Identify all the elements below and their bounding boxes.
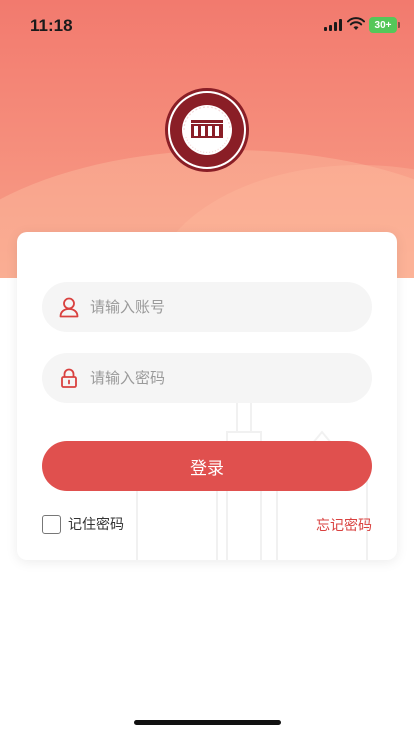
- password-field[interactable]: [42, 353, 372, 403]
- college-seal-icon: [170, 93, 244, 167]
- forgot-password-link[interactable]: 忘记密码: [316, 515, 372, 535]
- home-indicator[interactable]: [134, 720, 281, 725]
- cellular-signal-icon: [324, 19, 344, 31]
- lock-icon: [61, 368, 77, 388]
- login-card: 登录 记住密码 忘记密码: [17, 232, 397, 560]
- login-button[interactable]: 登录: [42, 441, 372, 491]
- account-field[interactable]: [42, 282, 372, 332]
- remember-password-label: 记住密码: [68, 517, 124, 533]
- user-icon: [59, 297, 79, 318]
- wifi-icon: [347, 17, 365, 30]
- status-bar: 11:18 30+: [0, 0, 414, 50]
- account-input[interactable]: [90, 282, 360, 332]
- remember-password-option[interactable]: 记住密码: [42, 513, 124, 535]
- remember-password-checkbox[interactable]: [42, 514, 61, 534]
- battery-icon: 30+: [369, 17, 400, 33]
- password-input[interactable]: [90, 353, 360, 403]
- status-time: 11:18: [30, 16, 73, 35]
- battery-level: 30+: [374, 19, 392, 31]
- college-logo: [165, 88, 249, 172]
